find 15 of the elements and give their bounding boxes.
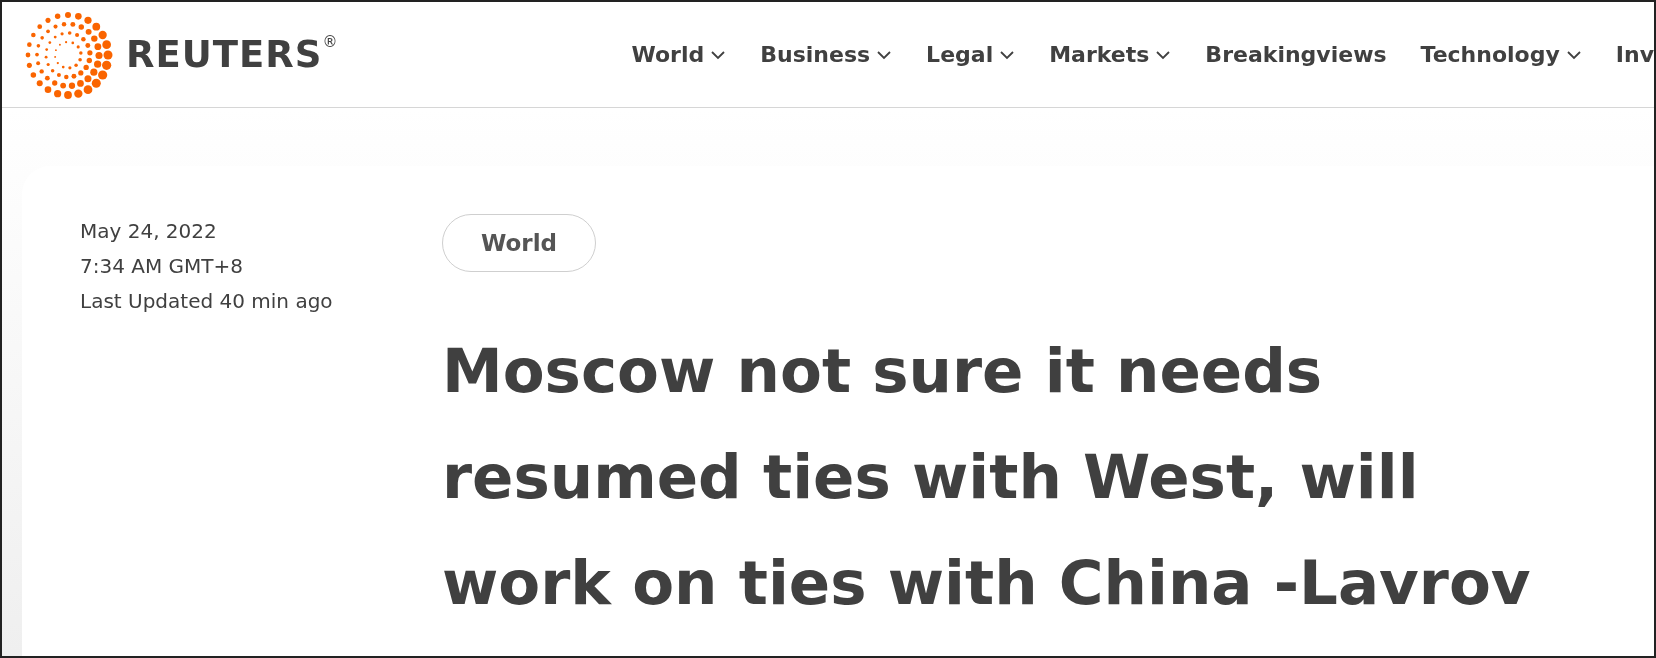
nav-link[interactable]: Breakingviews <box>1205 38 1387 71</box>
publish-time: 7:34 AM GMT+8 <box>80 253 245 280</box>
publish-date: May 24, 2022 <box>80 218 218 245</box>
nav-link[interactable]: Legal <box>926 38 1016 71</box>
nav-link[interactable]: Technology <box>1420 38 1582 71</box>
registered-mark: ® <box>322 31 338 53</box>
nav-link[interactable]: Inv <box>1615 38 1654 71</box>
nav-link[interactable]: Markets <box>1049 38 1172 71</box>
logo-wordmark: REUTERS <box>126 31 323 78</box>
headline-line: Moscow not sure it needs <box>442 334 1324 408</box>
nav-link[interactable]: World <box>631 38 727 71</box>
last-updated: Last Updated 40 min ago <box>80 288 334 315</box>
headline-line: resumed ties with West, will <box>442 440 1420 514</box>
nav-link[interactable]: Business <box>760 38 893 71</box>
headline-line: work on ties with China -Lavrov <box>442 546 1531 620</box>
